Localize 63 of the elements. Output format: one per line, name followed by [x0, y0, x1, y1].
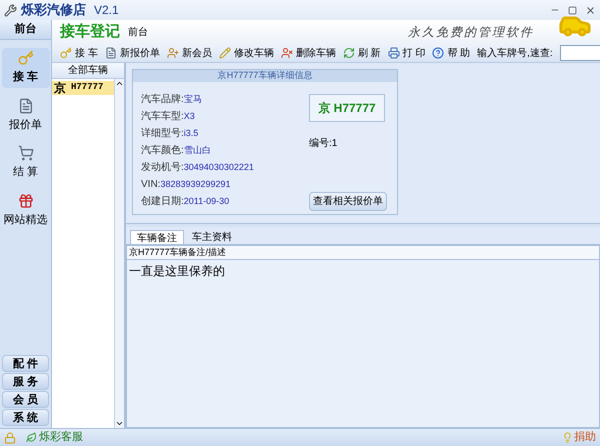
toolbar-button[interactable]: 打 印 [388, 46, 426, 60]
user-delete-icon [280, 47, 293, 59]
cart-icon [18, 145, 34, 161]
user-icon [166, 47, 179, 59]
window-title: 烁彩汽修店 [21, 1, 86, 20]
lightbulb-icon [562, 432, 573, 443]
search-label: 输入车牌号,速查: [477, 46, 553, 60]
key-icon [18, 50, 34, 66]
detail-field: 详细型号:i3.5 [141, 126, 309, 141]
gift-icon [18, 192, 34, 208]
detail-field: 创建日期:2011-09-30 [141, 194, 309, 209]
lock-icon [4, 432, 16, 444]
slogan: 永久免费的管理软件 [408, 24, 534, 41]
refresh-icon [342, 47, 355, 59]
view-quotes-button[interactable]: 查看相关报价单 [309, 192, 387, 211]
sidebar-item[interactable]: 报价单 [2, 96, 50, 135]
notes-tab[interactable]: 车辆备注 [130, 230, 184, 244]
detail-field: 发动机号:30494030302221 [141, 160, 309, 175]
sidebar-group-button[interactable]: 会 员 [2, 391, 49, 408]
version-label: V2.1 [94, 2, 119, 19]
plate-search-field[interactable] [560, 45, 600, 61]
sidebar-item[interactable]: 接 车 [2, 48, 50, 88]
toolbar-button[interactable]: 帮 助 [432, 46, 470, 60]
notes-tab[interactable]: 车主资料 [186, 230, 238, 244]
help-icon [432, 47, 444, 59]
sidebar-group-button[interactable]: 配 件 [2, 355, 49, 372]
maximize-icon[interactable] [568, 6, 577, 14]
detail-field: 汽车车型:X3 [141, 109, 309, 124]
document-icon [18, 98, 34, 114]
document-icon [104, 47, 117, 59]
toolbar-button[interactable]: 修改车辆 [218, 46, 274, 60]
scroll-down-icon[interactable] [115, 419, 124, 428]
pencil-icon [218, 47, 231, 59]
toolbar-button[interactable]: 新会员 [166, 46, 212, 60]
notes-header: 京H77777车辆备注/描述 [127, 246, 599, 260]
wrench-icon [4, 4, 17, 16]
list-header: 全部车辆 [52, 63, 124, 79]
sidebar-item[interactable]: 结 算 [2, 143, 50, 182]
scroll-up-icon[interactable] [115, 79, 124, 88]
vehicle-number: 编号:1 [309, 136, 338, 151]
toolbar-button[interactable]: 接 车 [60, 46, 98, 60]
key-icon [60, 47, 72, 59]
header-subtitle: 前台 [128, 26, 148, 40]
notes-text: 一直是这里保养的 [128, 263, 226, 280]
printer-icon [388, 47, 400, 59]
close-icon[interactable] [585, 4, 596, 16]
toolbar-button[interactable]: 删除车辆 [280, 46, 336, 60]
details-title: 京H77777车辆详细信息 [133, 70, 397, 82]
vehicle-list-item[interactable]: 京 H77777 [52, 81, 114, 95]
toolbar-button[interactable]: 新报价单 [104, 46, 160, 60]
sidebar-group-button[interactable]: 系 统 [2, 409, 49, 426]
toolbar-button[interactable]: 刷 新 [342, 46, 381, 60]
scrollbar[interactable] [114, 79, 124, 428]
leaf-icon [26, 432, 37, 443]
detail-field: 汽车颜色:雪山白 [141, 143, 309, 158]
detail-field: 汽车品牌:宝马 [141, 92, 309, 107]
sidebar-item[interactable]: 网站精选 [2, 190, 50, 230]
detail-field: VIN:38283939299291 [141, 177, 309, 192]
sidebar-group-header[interactable]: 前台 [0, 20, 51, 40]
sidebar-group-button[interactable]: 服 务 [2, 373, 49, 390]
support-link[interactable]: 烁彩客服 [26, 429, 83, 446]
header-title: 接车登记 [60, 22, 120, 42]
plate-display: 京 H77777 [309, 94, 385, 122]
